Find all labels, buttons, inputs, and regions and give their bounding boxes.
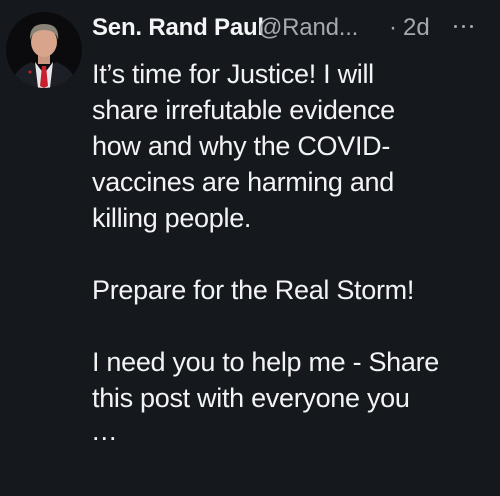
tweet-text-line: how and why the COVID- <box>92 131 391 161</box>
author-avatar[interactable] <box>6 12 82 88</box>
tweet-text: It’s time for Justice! I will share irre… <box>92 56 492 452</box>
author-display-name[interactable]: Sen. Rand Paul <box>92 10 264 46</box>
tweet-text-line: Prepare for the Real Storm! <box>92 275 415 305</box>
tweet-text-line: share irrefutable evidence <box>92 95 395 125</box>
tweet-text-line: killing people. <box>92 203 252 233</box>
more-dot <box>470 25 473 28</box>
more-dot <box>454 25 457 28</box>
paragraph-break <box>92 308 492 344</box>
header-separator: · <box>389 14 397 41</box>
tweet-text-line: I need you to help me - Share <box>92 347 440 377</box>
tweet-header: Sen. Rand Paul @Rand... · 2d <box>92 10 492 46</box>
more-options-icon[interactable] <box>450 16 478 36</box>
tweet-card[interactable]: Sen. Rand Paul @Rand... · 2d It’s time f… <box>0 0 500 496</box>
tweet-timestamp[interactable]: 2d <box>403 10 430 46</box>
paragraph-break <box>92 236 492 272</box>
tweet-text-line: vaccines are harming and <box>92 167 394 197</box>
show-more-ellipsis[interactable]: ... <box>92 416 492 452</box>
more-dot <box>462 25 465 28</box>
tweet-text-line: this post with everyone you <box>92 383 410 413</box>
tweet-text-line: It’s time for Justice! I will <box>92 59 374 89</box>
profile-photo <box>6 12 82 88</box>
author-handle[interactable]: @Rand... <box>258 10 358 46</box>
